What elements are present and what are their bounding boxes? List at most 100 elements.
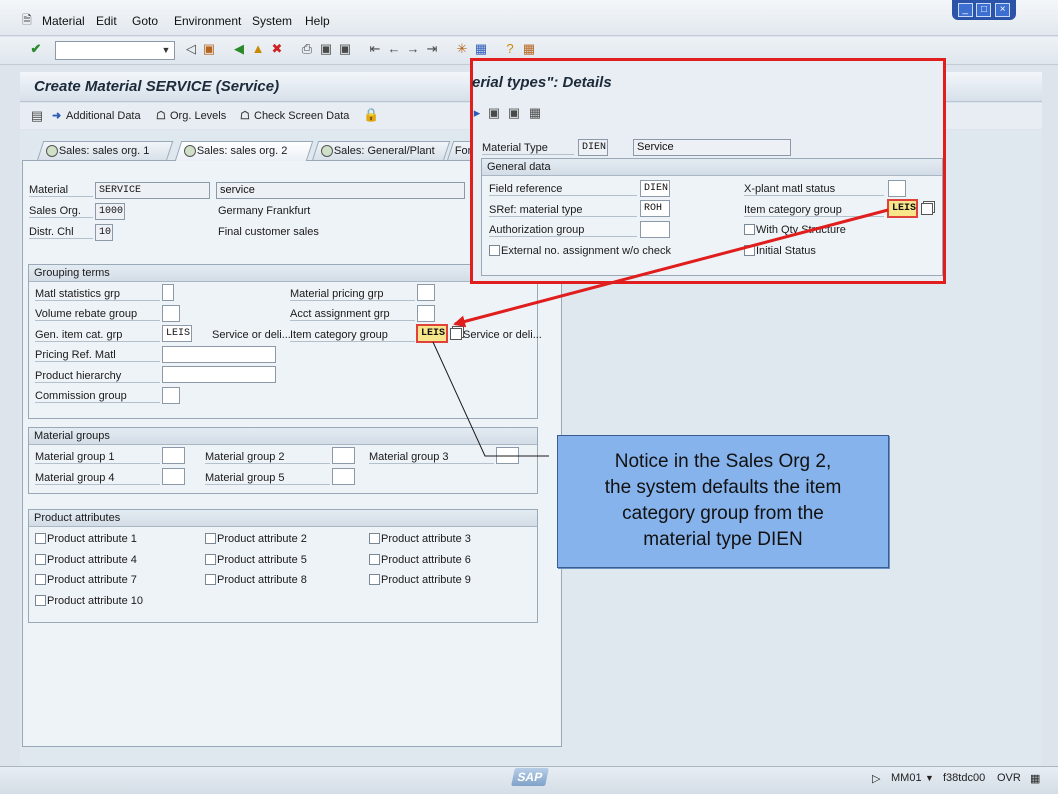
general-data-group: General data [481,158,943,276]
product-attribute-4-checkbox[interactable] [35,554,46,565]
check-screen-data-button[interactable]: ☖ Check Screen Data [240,109,349,122]
product-attribute-2-checkbox[interactable] [205,533,216,544]
maximize-button[interactable]: □ [976,3,992,17]
popup-save-next-icon[interactable]: ▣ [507,106,521,120]
popup-save-icon[interactable]: ▣ [487,106,501,120]
material-group-3-label: Material group 3 [369,451,494,464]
layout-icon[interactable]: ▦ [522,42,536,56]
pricing-ref-matl-field[interactable] [162,346,276,363]
menu-environment[interactable]: Environment [174,14,241,28]
help-icon[interactable]: ? [503,42,517,56]
menu-edit[interactable]: Edit [96,14,117,28]
product-attribute-1-checkbox[interactable] [35,533,46,544]
material-number-field[interactable]: SERVICE [95,182,210,199]
popup-copy-icon[interactable] [921,203,933,215]
new-session-icon[interactable]: ✳ [455,42,469,56]
external-no-assignment-checkbox[interactable] [489,245,500,256]
copy-icon[interactable] [450,328,462,340]
material-pricing-grp-field[interactable] [417,284,435,301]
sales-org-field[interactable]: 1000 [95,203,125,220]
popup-arrow-icon[interactable]: ▸ [470,106,484,120]
product-attribute-6-checkbox[interactable] [369,554,380,565]
acct-assignment-grp-field[interactable] [417,305,435,322]
matl-statistics-grp-field[interactable] [162,284,174,301]
menu-material[interactable]: Material [42,14,85,28]
callout-line-2: the system defaults the item [604,477,842,498]
tab-sales-org-1[interactable]: Sales: sales org. 1 [36,141,174,161]
back-arrow-icon[interactable]: ◁ [184,42,198,56]
material-group-2-label: Material group 2 [205,451,330,464]
with-qty-structure-checkbox[interactable] [744,224,755,235]
tab-sales-general-plant[interactable]: Sales: General/Plant [311,141,451,161]
menu-system[interactable]: System [252,14,292,28]
distr-chl-field[interactable]: 10 [95,224,113,241]
popup-table-icon[interactable]: ▦ [528,106,542,120]
tab-sales-org-2[interactable]: Sales: sales org. 2 [174,141,314,161]
initial-status-label: Initial Status [756,245,816,257]
distr-chl-label: Distr. Chl [29,226,93,239]
lock-icon[interactable]: 🔒 [363,108,379,122]
volume-rebate-group-field[interactable] [162,305,180,322]
next-page-icon[interactable]: → [406,42,420,56]
xplant-matl-status-label: X-plant matl status [744,183,884,196]
xplant-matl-status-field[interactable] [888,180,906,197]
print-icon[interactable]: ⎙ [300,42,314,56]
cancel-icon[interactable]: ✖ [270,42,284,56]
minimize-button[interactable]: _ [957,3,973,17]
product-attribute-8-label: Product attribute 8 [217,574,307,586]
additional-data-button[interactable]: ➜ Additional Data [52,109,141,122]
authorization-group-field[interactable] [640,221,670,238]
close-button[interactable]: × [995,3,1011,17]
find-icon[interactable]: ▣ [319,42,333,56]
tab-status-icon [321,145,333,157]
org-levels-button[interactable]: ☖ Org. Levels [156,109,226,122]
menu-help[interactable]: Help [305,14,330,28]
save-icon[interactable]: ▣ [202,42,216,56]
prev-page-icon[interactable]: ← [387,42,401,56]
find-next-icon[interactable]: ▣ [338,42,352,56]
product-attribute-7-checkbox[interactable] [35,574,46,585]
back-icon[interactable]: ◀ [232,42,246,56]
product-attribute-10-checkbox[interactable] [35,595,46,606]
popup-item-category-group-field[interactable]: LEIS [887,199,918,218]
product-attribute-5-label: Product attribute 5 [217,554,307,566]
product-attribute-3-label: Product attribute 3 [381,533,471,545]
field-reference-field[interactable]: DIEN [640,180,670,197]
product-attribute-2-label: Product attribute 2 [217,533,307,545]
chevron-down-icon[interactable]: ▼ [925,773,934,783]
material-group-5-field[interactable] [332,468,355,485]
material-group-5-label: Material group 5 [205,472,330,485]
product-hierarchy-label: Product hierarchy [35,370,160,383]
item-category-group-field[interactable]: LEIS [416,324,448,343]
command-field[interactable]: ▼ [55,41,175,60]
material-group-1-field[interactable] [162,447,185,464]
material-type-description-field[interactable]: Service [633,139,791,156]
status-bar: SAP ▷ MM01 ▼ f38tdc00 OVR ▦ [0,766,1058,794]
gen-item-cat-grp-label: Gen. item cat. grp [35,329,160,342]
material-type-field[interactable]: DIEN [578,139,608,156]
menu-goto[interactable]: Goto [132,14,158,28]
other-material-icon[interactable]: ▤ [30,109,44,123]
material-group-4-field[interactable] [162,468,185,485]
product-hierarchy-field[interactable] [162,366,276,383]
first-page-icon[interactable]: ⇤ [368,42,382,56]
last-page-icon[interactable]: ⇥ [425,42,439,56]
material-group-2-field[interactable] [332,447,355,464]
exit-icon[interactable]: ▲ [251,42,265,56]
menu-icon[interactable]: 🗎 [20,13,34,27]
enter-check-icon[interactable]: ✔ [29,42,43,56]
product-attribute-8-checkbox[interactable] [205,574,216,585]
product-attribute-3-checkbox[interactable] [369,533,380,544]
material-group-3-field[interactable] [496,447,519,464]
shortcut-icon[interactable]: ▦ [474,42,488,56]
gen-item-cat-grp-field[interactable]: LEIS [162,325,192,342]
sref-material-type-field[interactable]: ROH [640,200,670,217]
initial-status-checkbox[interactable] [744,245,755,256]
commission-group-field[interactable] [162,387,180,404]
status-expand-icon[interactable]: ▷ [872,772,880,785]
material-description-field[interactable]: service [216,182,465,199]
chevron-down-icon[interactable]: ▼ [159,43,173,58]
item-category-group-label: Item category group [290,329,415,342]
product-attribute-9-checkbox[interactable] [369,574,380,585]
product-attribute-5-checkbox[interactable] [205,554,216,565]
